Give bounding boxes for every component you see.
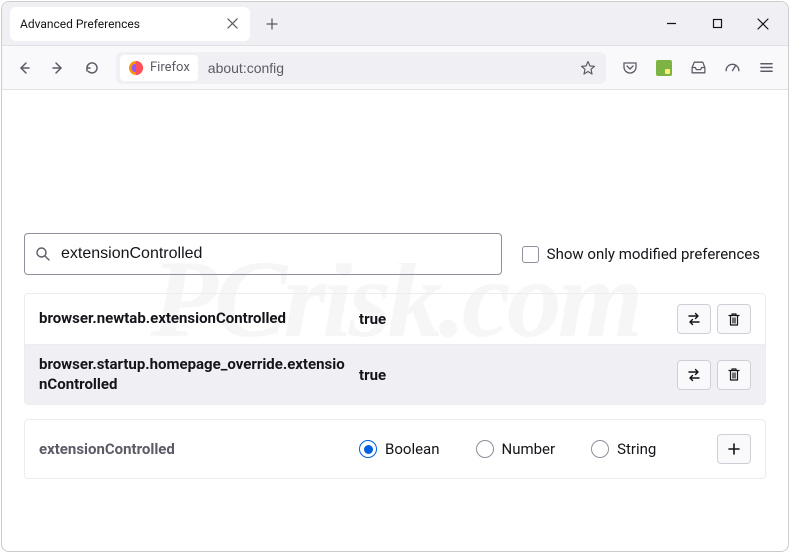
tab-title: Advanced Preferences [20,17,224,31]
show-modified-toggle[interactable]: Show only modified preferences [522,245,766,263]
reload-button[interactable] [76,52,108,84]
extension-icon[interactable] [648,52,680,84]
gauge-icon[interactable] [716,52,748,84]
titlebar: Advanced Preferences [2,2,788,46]
search-box[interactable] [24,233,502,275]
new-pref-name: extensionControlled [39,440,349,458]
back-button[interactable] [8,52,40,84]
pref-row: browser.newtab.extensionControlled true [25,294,765,345]
radio-icon [359,440,377,458]
pref-name: browser.newtab.extensionControlled [39,309,349,329]
toggle-button[interactable] [677,304,711,334]
new-pref-row: extensionControlled Boolean Number Strin… [24,419,766,479]
radio-icon [476,440,494,458]
inbox-icon[interactable] [682,52,714,84]
identity-label: Firefox [150,60,190,75]
radio-string[interactable]: String [591,440,656,458]
close-tab-icon[interactable] [224,16,240,32]
type-options: Boolean Number String [359,440,707,458]
browser-tab[interactable]: Advanced Preferences [10,7,250,41]
address-bar[interactable]: Firefox [116,52,606,84]
delete-button[interactable] [717,304,751,334]
window: Advanced Preferences [1,1,789,552]
pref-value: true [359,310,667,328]
radio-boolean[interactable]: Boolean [359,440,440,458]
window-controls [648,2,786,46]
delete-button[interactable] [717,360,751,390]
identity-box[interactable]: Firefox [120,55,198,81]
prefs-list: browser.newtab.extensionControlled true … [24,293,766,405]
forward-button[interactable] [42,52,74,84]
close-window-button[interactable] [740,2,786,46]
firefox-icon [128,60,144,76]
pref-value: true [359,366,667,384]
maximize-button[interactable] [694,2,740,46]
toggle-button[interactable] [677,360,711,390]
minimize-button[interactable] [648,2,694,46]
add-pref-button[interactable] [717,434,751,464]
url-input[interactable] [198,60,574,76]
new-tab-button[interactable] [258,10,286,38]
menu-button[interactable] [750,52,782,84]
search-input[interactable] [51,245,491,263]
content-area: PCrisk.com Show only modified preference… [2,90,788,495]
radio-icon [591,440,609,458]
pref-name: browser.startup.homepage_override.extens… [39,355,349,394]
bookmark-star-icon[interactable] [574,54,602,82]
pref-row: browser.startup.homepage_override.extens… [25,345,765,404]
toolbar: Firefox [2,46,788,90]
radio-number[interactable]: Number [476,440,556,458]
show-modified-label: Show only modified preferences [547,245,760,263]
checkbox-icon[interactable] [522,246,539,263]
search-icon [35,246,51,262]
pocket-icon[interactable] [614,52,646,84]
